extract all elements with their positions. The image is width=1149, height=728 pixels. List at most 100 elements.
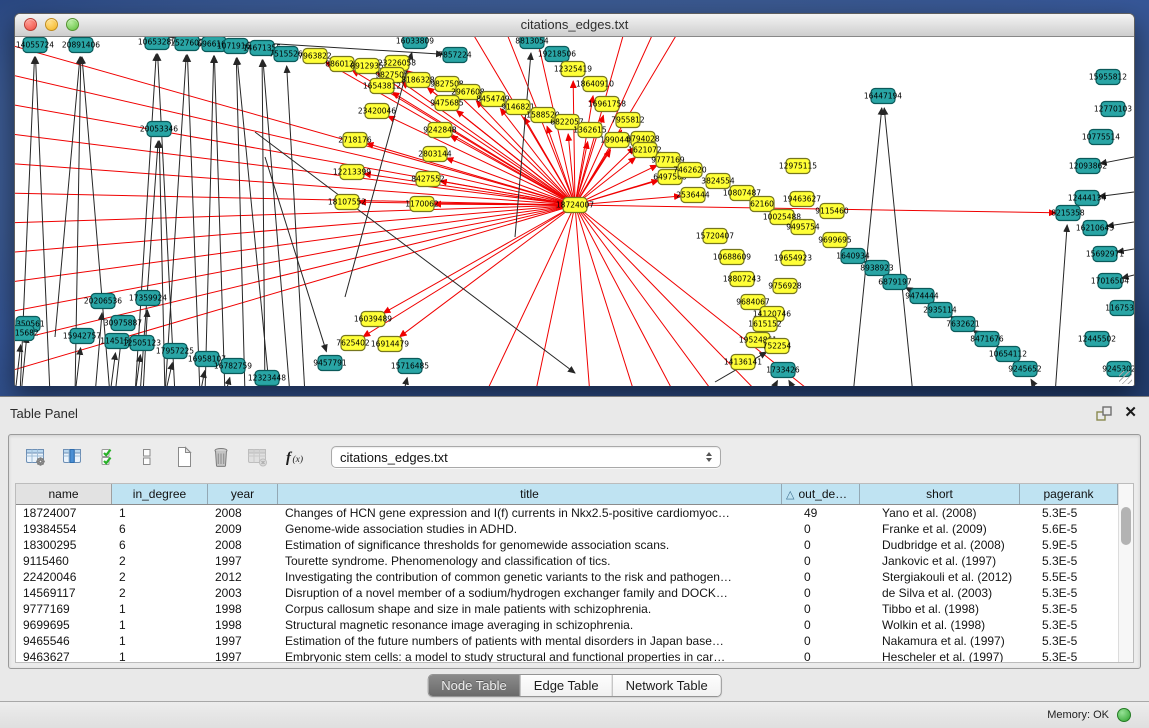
window-resize-grip[interactable] (1119, 371, 1132, 384)
graph-node[interactable]: 2718176 (338, 133, 372, 148)
graph-node[interactable]: 12444134 (1068, 191, 1106, 206)
graph-node[interactable]: 10654112 (989, 347, 1027, 362)
graph-node[interactable]: 20053346 (140, 122, 178, 137)
graph-node[interactable]: 15716485 (391, 359, 429, 374)
graph-node[interactable]: 16033809 (396, 37, 434, 49)
table-row[interactable]: 969969511998Structural magnetic resonanc… (16, 617, 1133, 633)
graph-node[interactable]: 1615152 (748, 317, 782, 332)
tab-edge-table[interactable]: Edge Table (521, 675, 613, 696)
graph-node[interactable]: 12445502 (1078, 332, 1116, 347)
graph-node[interactable]: 16782759 (214, 359, 252, 374)
table-row[interactable]: 2242004622012Investigating the contribut… (16, 569, 1133, 585)
graph-node[interactable]: 15955812 (1089, 70, 1127, 85)
graph-node[interactable]: 15720407 (696, 229, 734, 244)
graph-node[interactable]: 8938923 (860, 261, 894, 276)
scrollbar-thumb[interactable] (1121, 507, 1131, 545)
column-header-year[interactable]: year (208, 484, 278, 504)
graph-node[interactable]: 1640934 (836, 249, 870, 264)
graph-node[interactable]: 7955812 (611, 113, 645, 128)
table-mode-icon[interactable] (23, 444, 49, 470)
column-header-indegree[interactable]: in_degree (112, 484, 208, 504)
column-header-pagerank[interactable]: pagerank (1020, 484, 1118, 504)
column-header-title[interactable]: title (278, 484, 782, 504)
graph-node[interactable]: 16039489 (354, 312, 392, 327)
graph-node[interactable]: 15942757 (63, 329, 101, 344)
column-header-outde[interactable]: △out_de… (782, 484, 860, 504)
table-selector[interactable]: citations_edges.txt (331, 446, 721, 468)
tab-network-table[interactable]: Network Table (613, 675, 721, 696)
graph-node[interactable]: 1733426 (766, 363, 800, 378)
graph-node[interactable]: 18107552 (328, 195, 366, 210)
graph-node[interactable]: 8427552 (411, 172, 445, 187)
graph-node[interactable]: 8215358 (1051, 206, 1085, 221)
graph-node[interactable]: 7625402 (336, 336, 370, 351)
table-row[interactable]: 946554611997Estimation of the future num… (16, 633, 1133, 649)
graph-node[interactable]: 1167534 (1105, 301, 1134, 316)
graph-node[interactable]: 2935114 (923, 303, 957, 318)
show-columns-icon[interactable] (60, 444, 86, 470)
select-all-rows-icon[interactable] (97, 444, 123, 470)
graph-node[interactable]: 9699695 (818, 233, 852, 248)
graph-node[interactable]: 9457791 (313, 356, 347, 371)
graph-node[interactable]: 7857224 (438, 48, 472, 63)
table-row[interactable]: 1938455462009Genome-wide association stu… (16, 521, 1133, 537)
graph-node[interactable]: 3824554 (701, 174, 735, 189)
close-panel-icon[interactable]: ✕ (1124, 403, 1137, 421)
graph-node[interactable]: 2536444 (676, 188, 710, 203)
graph-node[interactable]: 12323448 (248, 371, 286, 386)
table-row[interactable]: 1456911722003Disruption of a novel membe… (16, 585, 1133, 601)
clear-selection-icon[interactable] (134, 444, 160, 470)
graph-node[interactable]: 12093862 (1069, 159, 1107, 174)
graph-node[interactable]: 9115460 (815, 204, 849, 219)
graph-node[interactable]: 23420046 (358, 104, 396, 119)
function-builder-icon[interactable]: f(x) (282, 444, 308, 470)
graph-node[interactable]: 30975887 (104, 316, 142, 331)
graph-node[interactable]: 10775514 (1082, 130, 1120, 145)
graph-node[interactable]: 9242848 (423, 123, 457, 138)
graph-node[interactable]: 16543812 (363, 79, 401, 94)
table-row[interactable]: 977716911998Corpus callosum shape and si… (16, 601, 1133, 617)
window-titlebar[interactable]: citations_edges.txt (15, 14, 1134, 37)
column-header-name[interactable]: name (16, 484, 112, 504)
graph-node[interactable]: 9245652 (1008, 362, 1042, 377)
graph-node[interactable]: 12975115 (779, 159, 817, 174)
table-row[interactable]: 946362711997Embryonic stem cells: a mode… (16, 649, 1133, 663)
graph-node[interactable]: 16210643 (1076, 221, 1114, 236)
graph-node[interactable]: 9474444 (905, 289, 939, 304)
graph-node[interactable]: 12770103 (1094, 102, 1132, 117)
graph-node[interactable]: 17016504 (1091, 274, 1129, 289)
graph-node[interactable]: 19654923 (774, 251, 812, 266)
graph-node[interactable]: 62160 (750, 197, 774, 212)
graph-node[interactable]: 1170062 (405, 197, 439, 212)
column-header-short[interactable]: short (860, 484, 1020, 504)
graph-node[interactable]: 1115682 (15, 326, 39, 341)
table-row[interactable]: 911546021997Tourette syndrome. Phenomeno… (16, 553, 1133, 569)
graph-node[interactable]: 752254 (763, 339, 792, 354)
table-row[interactable]: 1872400712008Changes of HCN gene express… (16, 505, 1133, 521)
graph-node[interactable]: 14055724 (16, 38, 54, 53)
graph-node[interactable]: 9495754 (786, 220, 820, 235)
graph-node[interactable]: 16961758 (588, 97, 626, 112)
graph-node[interactable]: 8813054 (515, 37, 549, 49)
graph-node[interactable]: 2803144 (418, 147, 452, 162)
graph-node[interactable]: 9756928 (768, 279, 802, 294)
graph-node[interactable]: 16914479 (371, 337, 409, 352)
table-row[interactable]: 1830029562008Estimation of significance … (16, 537, 1133, 553)
network-canvas[interactable]: 1405572420891406106532871527602696616310… (15, 37, 1134, 386)
graph-node[interactable]: 12213399 (333, 165, 371, 180)
graph-node[interactable]: 10688609 (713, 250, 751, 265)
graph-node[interactable]: 7462620 (673, 163, 707, 178)
graph-node[interactable]: 19218506 (538, 47, 576, 62)
tab-node-table[interactable]: Node Table (428, 675, 521, 696)
float-panel-icon[interactable] (1095, 405, 1113, 423)
graph-node[interactable]: 15692971 (1086, 247, 1124, 262)
graph-node[interactable]: 14136141 (724, 355, 762, 370)
delete-column-icon[interactable] (208, 444, 234, 470)
vertical-scrollbar[interactable] (1118, 484, 1133, 662)
graph-node[interactable]: 18807243 (723, 272, 761, 287)
graph-node[interactable]: 7632621 (946, 317, 980, 332)
graph-node[interactable]: 6879197 (878, 275, 912, 290)
graph-node[interactable]: 19463627 (783, 192, 821, 207)
graph-node[interactable]: 9475685 (430, 96, 464, 111)
new-column-icon[interactable] (171, 444, 197, 470)
